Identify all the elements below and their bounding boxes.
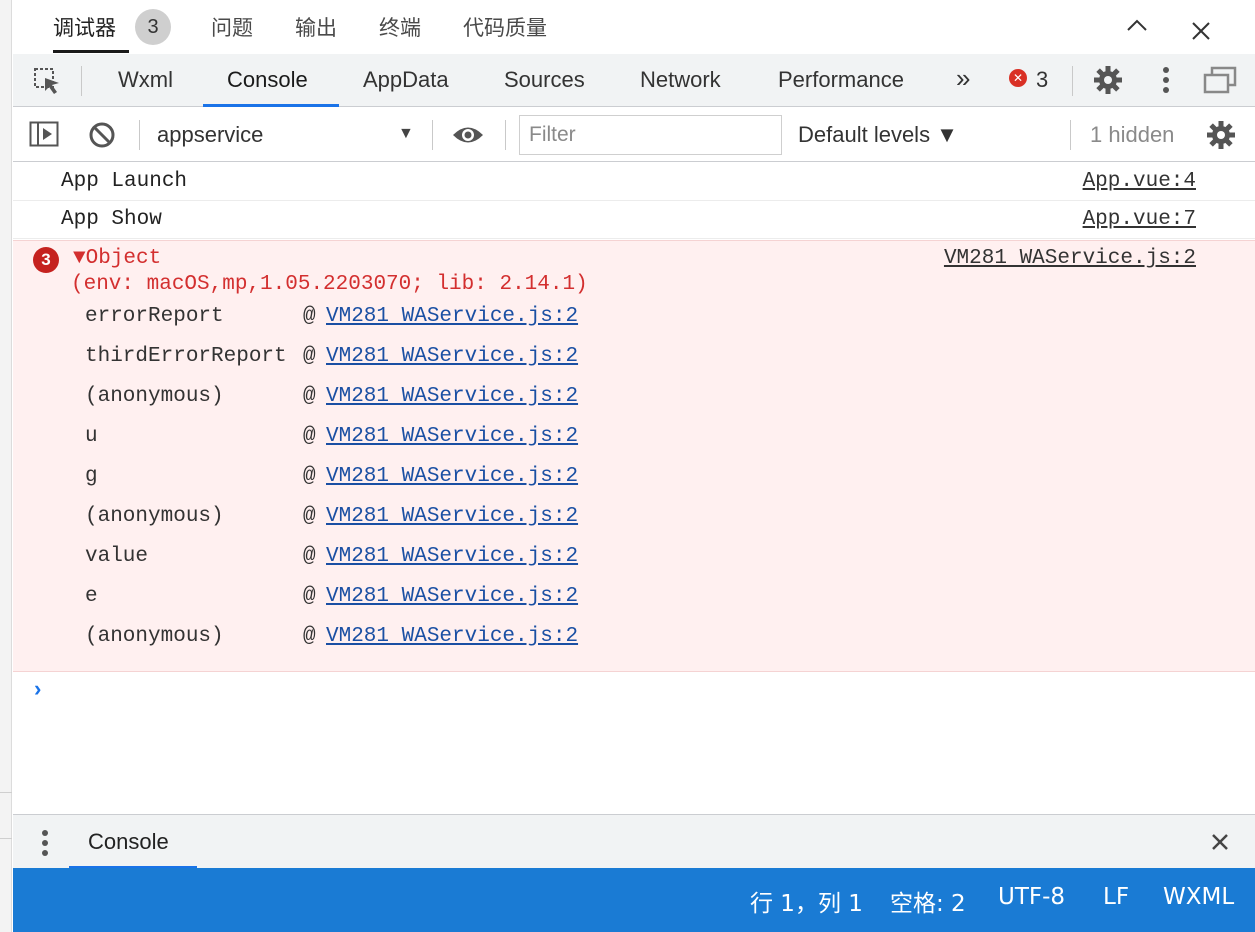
log-row: App Launch App.vue:4: [13, 163, 1255, 201]
dropdown-arrow-icon[interactable]: ▼: [398, 125, 414, 143]
indentation[interactable]: 空格: 2: [890, 884, 966, 918]
panel-tab-bar: Wxml Console AppData Sources Network Per…: [13, 54, 1255, 107]
stack-link[interactable]: VM281 WAService.js:2: [326, 385, 578, 408]
chevron-up-icon[interactable]: [1126, 18, 1148, 32]
toolbar-divider: [139, 120, 140, 150]
log-row: App Show App.vue:7: [13, 201, 1255, 239]
top-tab-bar: 调试器 3 问题 输出 终端 代码质量: [13, 0, 1255, 54]
error-repeat-badge: 3: [33, 247, 59, 273]
stack-link[interactable]: VM281 WAService.js:2: [326, 345, 578, 368]
language-mode[interactable]: WXML: [1163, 884, 1234, 910]
tab-output[interactable]: 输出: [295, 12, 337, 42]
log-levels-dropdown[interactable]: Default levels ▼: [798, 122, 958, 148]
left-gutter: [0, 0, 12, 932]
source-link[interactable]: App.vue:4: [1083, 170, 1196, 193]
tab-sources[interactable]: Sources: [504, 67, 585, 93]
stack-function: g: [85, 465, 98, 488]
stack-function: e: [85, 585, 98, 608]
stack-link[interactable]: VM281 WAService.js:2: [326, 545, 578, 568]
stack-link[interactable]: VM281 WAService.js:2: [326, 505, 578, 528]
tab-console[interactable]: Console: [227, 67, 308, 93]
filter-input[interactable]: [520, 116, 781, 154]
gutter-divider: [0, 838, 12, 839]
kebab-menu-icon[interactable]: [1162, 66, 1170, 94]
inspect-element-icon[interactable]: [33, 67, 61, 95]
drawer-tab-console[interactable]: Console: [88, 829, 169, 855]
stack-function: value: [85, 545, 149, 568]
eye-icon[interactable]: [451, 124, 485, 146]
hidden-count: 1 hidden: [1090, 122, 1175, 147]
filter-field[interactable]: [519, 115, 782, 155]
stack-function: (anonymous): [85, 625, 224, 648]
stack-link[interactable]: VM281 WAService.js:2: [326, 305, 578, 328]
clear-console-icon[interactable]: [88, 121, 116, 149]
gutter-divider: [0, 792, 12, 793]
tab-appdata[interactable]: AppData: [363, 67, 449, 93]
stack-function: thirdErrorReport: [85, 345, 287, 368]
drawer-tab-bar: Console: [13, 814, 1255, 869]
active-panel-indicator: [203, 104, 339, 107]
stack-function: (anonymous): [85, 505, 224, 528]
stack-function: (anonymous): [85, 385, 224, 408]
close-drawer-icon[interactable]: [1211, 833, 1229, 851]
stack-function: u: [85, 425, 98, 448]
tab-performance[interactable]: Performance: [778, 67, 904, 93]
stack-at: @: [303, 345, 316, 368]
stack-at: @: [303, 625, 316, 648]
debugger-count-badge: 3: [135, 9, 171, 45]
error-object-toggle[interactable]: ▼Object: [73, 247, 161, 270]
stack-at: @: [303, 585, 316, 608]
source-link[interactable]: VM281 WAService.js:2: [944, 247, 1196, 270]
log-message: App Show: [61, 208, 162, 231]
toolbar-divider: [1070, 120, 1071, 150]
console-toolbar: appservice ▼ Default levels ▼ 1 hidden: [13, 108, 1255, 162]
devtools-window: 调试器 3 问题 输出 终端 代码质量 Wxml Console AppData…: [13, 0, 1255, 932]
prompt-chevron-icon[interactable]: ›: [31, 678, 44, 703]
drawer-menu-icon[interactable]: [41, 829, 49, 857]
line-ending[interactable]: LF: [1103, 884, 1129, 910]
toolbar-divider: [432, 120, 433, 150]
source-link[interactable]: App.vue:7: [1083, 208, 1196, 231]
more-tabs-button[interactable]: »: [956, 63, 970, 94]
tab-wxml[interactable]: Wxml: [118, 67, 173, 93]
cursor-position[interactable]: 行 1，列 1: [750, 884, 863, 918]
toolbar-divider: [1072, 66, 1073, 96]
stack-at: @: [303, 425, 316, 448]
encoding[interactable]: UTF-8: [998, 884, 1065, 910]
toolbar-divider: [505, 120, 506, 150]
stack-link[interactable]: VM281 WAService.js:2: [326, 425, 578, 448]
active-tab-indicator: [53, 50, 129, 53]
tab-debugger[interactable]: 调试器: [53, 12, 116, 42]
sidebar-toggle-icon[interactable]: [29, 121, 59, 147]
tab-network[interactable]: Network: [640, 67, 721, 93]
stack-link[interactable]: VM281 WAService.js:2: [326, 585, 578, 608]
error-count[interactable]: 3: [1036, 67, 1048, 93]
stack-at: @: [303, 465, 316, 488]
stack-at: @: [303, 385, 316, 408]
tab-code-quality[interactable]: 代码质量: [463, 12, 547, 42]
error-message-block: 3 ▼Object (env: macOS,mp,1.05.2203070; l…: [13, 240, 1255, 672]
stack-at: @: [303, 545, 316, 568]
stack-function: errorReport: [85, 305, 224, 328]
stack-at: @: [303, 505, 316, 528]
close-icon[interactable]: [1191, 21, 1211, 41]
error-icon[interactable]: ✕: [1009, 69, 1027, 87]
log-message: App Launch: [61, 170, 188, 193]
stack-link[interactable]: VM281 WAService.js:2: [326, 625, 578, 648]
toolbar-divider: [81, 66, 82, 96]
stack-at: @: [303, 305, 316, 328]
tab-problems[interactable]: 问题: [211, 12, 253, 42]
stack-link[interactable]: VM281 WAService.js:2: [326, 465, 578, 488]
tab-terminal[interactable]: 终端: [379, 12, 421, 42]
settings-icon[interactable]: [1093, 65, 1123, 95]
context-selector[interactable]: appservice: [157, 122, 263, 148]
console-settings-icon[interactable]: [1206, 120, 1236, 150]
error-env-detail: (env: macOS,mp,1.05.2203070; lib: 2.14.1…: [71, 273, 588, 296]
status-bar: 行 1，列 1 空格: 2 UTF-8 LF WXML: [13, 868, 1255, 932]
undock-icon[interactable]: [1203, 66, 1237, 94]
